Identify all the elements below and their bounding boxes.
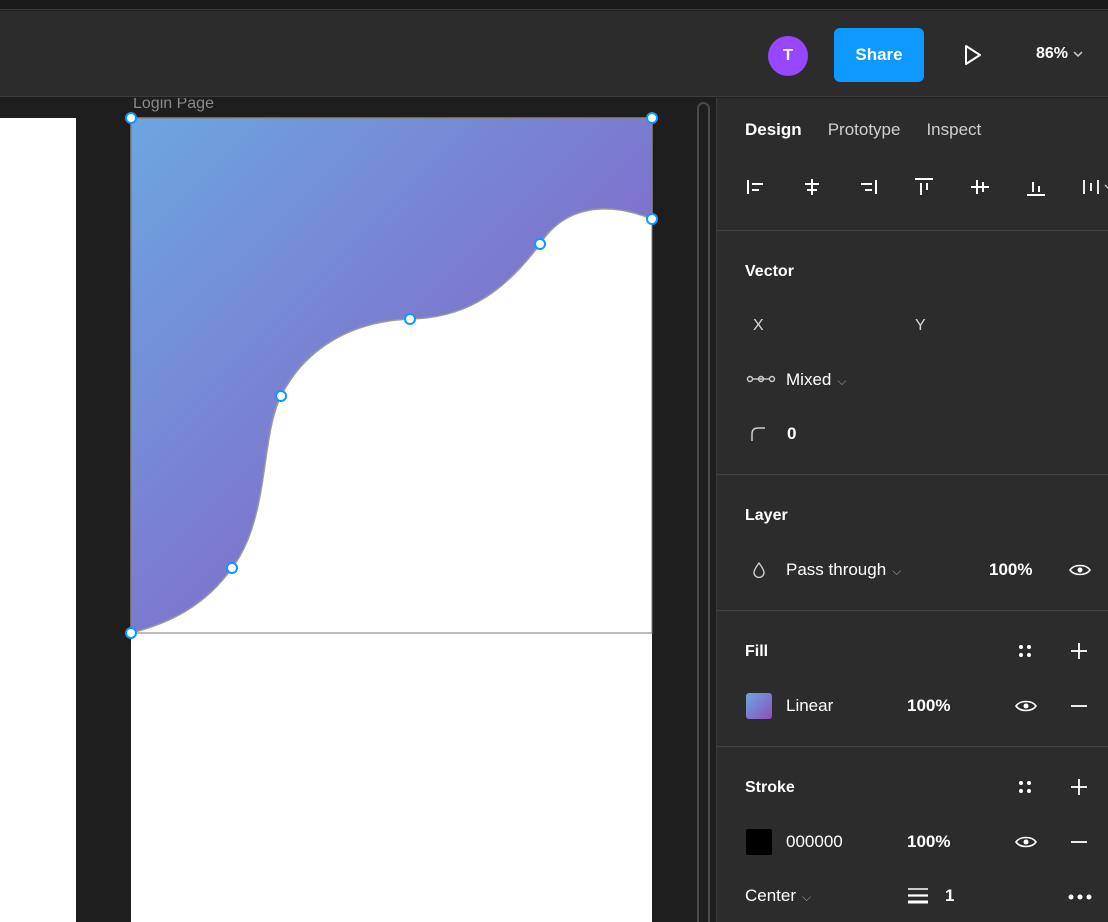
panel-tabs: Design Prototype Inspect [745,120,981,140]
chevron-down-icon: ⌵ [802,890,812,904]
anchor-point[interactable] [404,313,416,325]
tab-design[interactable]: Design [745,120,802,140]
alignment-toolbar [745,176,1108,198]
layer-section-title: Layer [745,507,788,524]
styles-grid-icon[interactable] [1015,641,1035,661]
remove-fill-icon[interactable] [1069,696,1089,716]
top-toolbar: T Share 86% [0,11,1108,97]
tab-prototype[interactable]: Prototype [828,120,901,140]
remove-stroke-icon[interactable] [1069,832,1089,852]
section-divider [717,746,1108,747]
align-right-icon[interactable] [857,176,879,198]
blend-mode-icon [753,562,765,578]
add-stroke-icon[interactable] [1069,777,1089,797]
section-divider [717,610,1108,611]
add-fill-icon[interactable] [1069,641,1089,661]
align-horizontal-center-icon[interactable] [801,176,823,198]
more-options-icon[interactable] [1067,893,1093,901]
distribute-icon[interactable] [1081,176,1108,198]
anchor-point[interactable] [534,238,546,250]
chevron-down-icon: ⌵ [837,374,847,388]
section-divider [717,230,1108,231]
constraint-dropdown[interactable]: Mixed ⌵ [786,370,846,390]
anchor-point[interactable] [125,112,137,124]
eye-icon[interactable] [1015,835,1037,849]
figma-editor: T Share 86% Login Page Design Prototype … [0,0,1108,922]
anchor-point[interactable] [646,213,658,225]
fill-opacity-value[interactable]: 100% [907,696,950,716]
selected-wave-vector[interactable] [0,98,716,922]
styles-grid-icon[interactable] [1015,777,1035,797]
align-vertical-center-icon[interactable] [969,176,991,198]
align-top-icon[interactable] [913,176,935,198]
canvas-scrollbar[interactable] [697,102,710,922]
align-left-icon[interactable] [745,176,767,198]
design-canvas[interactable]: Login Page [0,98,716,922]
user-avatar[interactable]: T [768,36,808,76]
wave-shape[interactable] [130,117,653,634]
fill-section-title: Fill [745,643,769,660]
stroke-opacity-value[interactable]: 100% [907,832,950,852]
play-icon[interactable] [963,44,983,66]
properties-panel: Design Prototype Inspect Vector X Y Mixe… [716,98,1108,922]
constraint-value: Mixed [786,370,832,389]
fill-type[interactable]: Linear [786,696,833,716]
x-label: X [753,317,764,334]
stroke-weight-icon [908,888,928,904]
blend-mode-value: Pass through [786,560,887,579]
window-top-strip [0,0,1108,10]
chevron-down-icon: ⌵ [892,564,902,578]
stroke-position-value: Center [745,886,797,905]
align-bottom-icon[interactable] [1025,176,1047,198]
constraint-icon [746,375,776,383]
tab-inspect[interactable]: Inspect [926,120,981,140]
stroke-weight-value[interactable]: 1 [945,886,954,906]
anchor-point[interactable] [275,390,287,402]
eye-icon[interactable] [1069,563,1091,577]
chevron-down-icon [1073,51,1083,58]
stroke-position-dropdown[interactable]: Center ⌵ [745,886,811,906]
anchor-point[interactable] [226,562,238,574]
anchor-point[interactable] [125,627,137,639]
anchor-point[interactable] [646,112,658,124]
stroke-color-hex[interactable]: 000000 [786,832,843,852]
eye-icon[interactable] [1015,699,1037,713]
vector-section-title: Vector [745,263,794,280]
stroke-section-title: Stroke [745,779,795,796]
zoom-dropdown[interactable]: 86% [1036,45,1083,63]
layer-opacity-value[interactable]: 100% [989,560,1032,580]
y-label: Y [915,317,926,334]
zoom-value: 86% [1036,45,1069,62]
stroke-swatch[interactable] [746,829,772,855]
blend-mode-dropdown[interactable]: Pass through ⌵ [786,560,901,580]
fill-swatch[interactable] [746,693,772,719]
corner-radius-value[interactable]: 0 [787,424,796,444]
share-button[interactable]: Share [834,28,924,82]
corner-radius-icon [751,427,765,441]
section-divider [717,474,1108,475]
